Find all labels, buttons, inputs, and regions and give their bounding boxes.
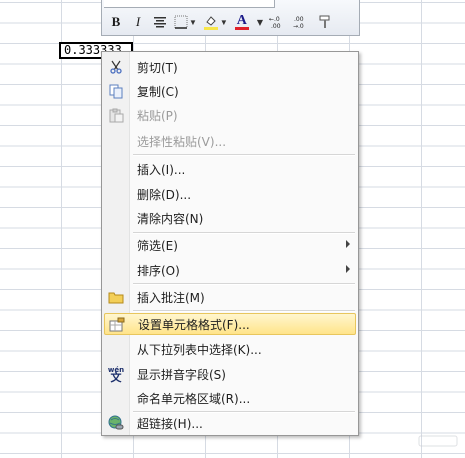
menu-item-paste[interactable]: 粘贴(P) bbox=[104, 104, 356, 126]
menu-separator bbox=[133, 154, 355, 156]
menu-separator bbox=[133, 310, 355, 312]
menu-item-label: 清除内容(N) bbox=[137, 211, 204, 226]
svg-text:→.0: →.0 bbox=[293, 23, 304, 29]
context-menu: 剪切(T) 复制(C) 粘贴(P) 选择性粘贴(V)... 插入(I)... 删… bbox=[101, 51, 359, 436]
font-color-bar bbox=[234, 26, 249, 30]
menu-item-insert[interactable]: 插入(I)... bbox=[104, 158, 356, 180]
center-align-icon bbox=[154, 17, 166, 28]
menu-item-label: 筛选(E) bbox=[137, 238, 178, 253]
submenu-arrow-icon bbox=[346, 265, 350, 273]
scissors-icon bbox=[108, 59, 124, 75]
borders-button[interactable]: ▼ bbox=[174, 13, 197, 31]
menu-item-label: 删除(D)... bbox=[137, 187, 192, 202]
decrease-decimal-icon: .00 →.0 bbox=[293, 16, 304, 29]
menu-item-sort[interactable]: 排序(O) bbox=[104, 259, 356, 281]
submenu-arrow-icon bbox=[346, 240, 350, 248]
phonetic-icon: wén 文 bbox=[107, 366, 125, 384]
fill-bucket-icon bbox=[203, 16, 218, 30]
menu-item-delete[interactable]: 删除(D)... bbox=[104, 183, 356, 205]
format-painter-button[interactable] bbox=[317, 13, 333, 31]
menu-item-pick-from-list[interactable]: 从下拉列表中选择(K)... bbox=[104, 338, 356, 360]
chevron-down-icon[interactable]: ▼ bbox=[257, 18, 263, 27]
menu-item-label: 选择性粘贴(V)... bbox=[137, 134, 227, 149]
menu-item-define-name[interactable]: 命名单元格区域(R)... bbox=[104, 387, 356, 409]
menu-item-label: 插入(I)... bbox=[137, 162, 186, 177]
copy-icon bbox=[108, 83, 124, 99]
comment-folder-icon bbox=[108, 289, 124, 305]
svg-text:.00: .00 bbox=[271, 23, 281, 29]
mini-toolbar: B I ▼ ▼ A ▼ ←.0 .00 .00 →.0 bbox=[101, 0, 360, 36]
increase-decimal-icon: ←.0 .00 bbox=[269, 16, 281, 29]
menu-item-filter[interactable]: 筛选(E) bbox=[104, 234, 356, 256]
menu-item-label: 命名单元格区域(R)... bbox=[137, 391, 251, 406]
menu-item-hyperlink[interactable]: 超链接(H)... bbox=[104, 412, 356, 434]
chevron-down-icon[interactable]: ▼ bbox=[189, 18, 197, 27]
borders-icon bbox=[174, 15, 188, 29]
paste-icon bbox=[108, 107, 124, 123]
menu-separator bbox=[133, 283, 355, 285]
menu-item-label: 显示拼音字段(S) bbox=[137, 367, 226, 382]
menu-item-clear-contents[interactable]: 清除内容(N) bbox=[104, 207, 356, 229]
menu-item-label: 插入批注(M) bbox=[137, 290, 205, 305]
italic-button[interactable]: I bbox=[130, 13, 146, 31]
svg-text:.00: .00 bbox=[294, 16, 304, 23]
mini-toolbar-font-box[interactable] bbox=[104, 0, 275, 8]
menu-item-label: 复制(C) bbox=[137, 84, 179, 99]
menu-item-label: 粘贴(P) bbox=[137, 108, 178, 123]
format-cells-icon bbox=[109, 317, 125, 333]
menu-item-cut[interactable]: 剪切(T) bbox=[104, 56, 356, 78]
decrease-decimal-button[interactable]: .00 →.0 bbox=[293, 13, 311, 31]
menu-item-insert-comment[interactable]: 插入批注(M) bbox=[104, 286, 356, 308]
bold-button[interactable]: B bbox=[108, 13, 124, 31]
center-align-button[interactable] bbox=[152, 13, 168, 31]
watermark-logo bbox=[417, 432, 459, 450]
svg-text:←.0: ←.0 bbox=[269, 16, 280, 23]
menu-item-label: 从下拉列表中选择(K)... bbox=[137, 342, 262, 357]
font-color-button[interactable]: A bbox=[234, 13, 250, 31]
menu-item-phonetic[interactable]: wén 文 显示拼音字段(S) bbox=[104, 363, 356, 385]
chevron-down-icon[interactable]: ▼ bbox=[220, 18, 228, 27]
menu-item-format-cells[interactable]: 设置单元格格式(F)... bbox=[104, 313, 356, 335]
menu-item-label: 设置单元格格式(F)... bbox=[138, 317, 250, 332]
menu-item-copy[interactable]: 复制(C) bbox=[104, 80, 356, 102]
menu-item-paste-special[interactable]: 选择性粘贴(V)... bbox=[104, 130, 356, 152]
increase-decimal-button[interactable]: ←.0 .00 bbox=[269, 13, 287, 31]
hyperlink-globe-icon bbox=[108, 415, 124, 431]
menu-item-label: 排序(O) bbox=[137, 263, 180, 278]
menu-item-label: 超链接(H)... bbox=[137, 416, 203, 431]
font-color-letter: A bbox=[236, 12, 247, 28]
fill-color-button[interactable]: ▼ bbox=[203, 13, 228, 31]
menu-item-label: 剪切(T) bbox=[137, 60, 178, 75]
format-painter-icon bbox=[319, 15, 330, 28]
